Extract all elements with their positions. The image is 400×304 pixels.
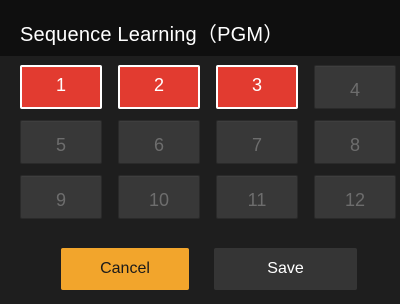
program-cell-3[interactable]: 3 <box>216 65 298 109</box>
program-grid: 1 2 3 4 5 6 7 8 9 10 11 12 <box>20 65 396 219</box>
program-cell-10[interactable]: 10 <box>118 175 200 219</box>
program-cell-8[interactable]: 8 <box>314 120 396 164</box>
program-cell-5[interactable]: 5 <box>20 120 102 164</box>
program-cell-label: 8 <box>349 135 360 155</box>
program-cell-label: 6 <box>153 135 164 155</box>
program-cell-6[interactable]: 6 <box>118 120 200 164</box>
program-cell-4[interactable]: 4 <box>314 65 396 109</box>
program-cell-11[interactable]: 11 <box>216 175 298 219</box>
cancel-button[interactable]: Cancel <box>61 248 189 290</box>
program-cell-label: 12 <box>344 190 366 210</box>
save-button[interactable]: Save <box>214 248 357 290</box>
program-cell-label: 10 <box>148 190 170 210</box>
program-cell-label: 11 <box>247 190 267 210</box>
program-cell-label: 9 <box>55 190 66 210</box>
program-cell-9[interactable]: 9 <box>20 175 102 219</box>
program-cell-7[interactable]: 7 <box>216 120 298 164</box>
program-cell-label: 7 <box>251 135 262 155</box>
sequence-learning-dialog: Sequence Learning（PGM） 1 2 3 4 5 6 7 8 9… <box>0 0 400 304</box>
title-bar: Sequence Learning（PGM） <box>0 0 400 56</box>
program-cell-label: 3 <box>251 75 262 95</box>
program-cell-label: 2 <box>153 75 164 95</box>
program-cell-1[interactable]: 1 <box>20 65 102 109</box>
program-cell-label: 4 <box>349 80 360 100</box>
program-cell-label: 5 <box>55 135 66 155</box>
program-cell-12[interactable]: 12 <box>314 175 396 219</box>
dialog-title: Sequence Learning（PGM） <box>20 24 284 46</box>
program-cell-2[interactable]: 2 <box>118 65 200 109</box>
program-cell-label: 1 <box>55 75 66 95</box>
